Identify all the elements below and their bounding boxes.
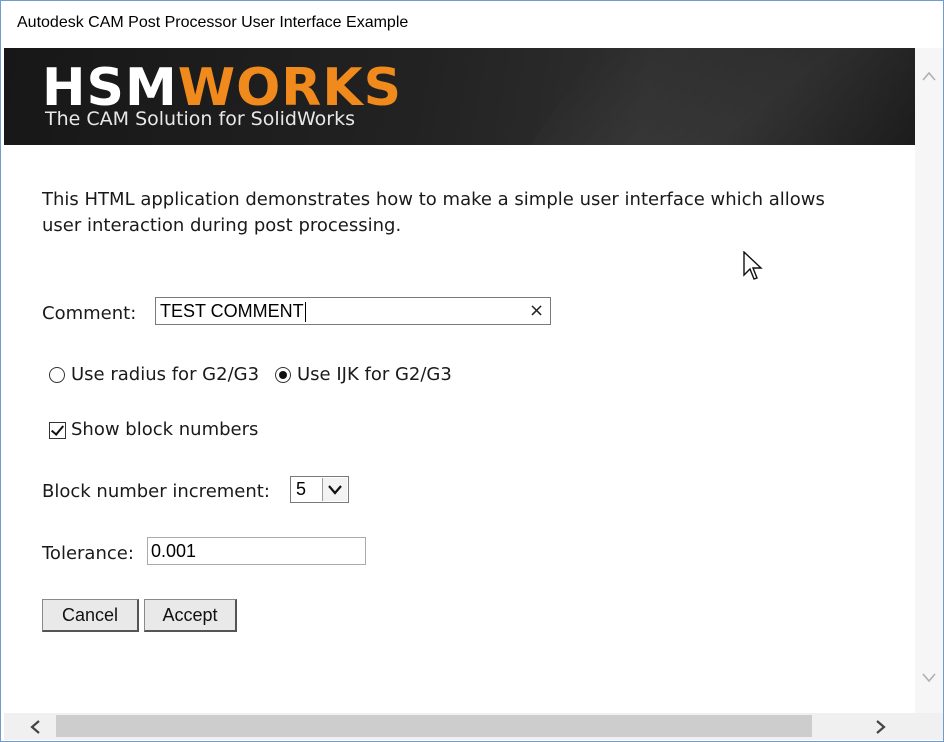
show-block-numbers-checkbox[interactable]: [49, 422, 66, 439]
radio-use-ijk-label[interactable]: Use IJK for G2/G3: [297, 364, 452, 385]
dropdown-button[interactable]: [322, 478, 347, 501]
hsmworks-banner: HSMWORKS The CAM Solution for SolidWorks: [4, 48, 915, 145]
show-block-numbers-label[interactable]: Show block numbers: [71, 419, 258, 440]
comment-value: TEST COMMENT: [160, 301, 304, 321]
radio-use-radius-label[interactable]: Use radius for G2/G3: [71, 364, 259, 385]
intro-text: This HTML application demonstrates how t…: [42, 189, 825, 236]
chevron-down-icon: [328, 485, 342, 495]
cancel-button[interactable]: Cancel: [42, 599, 139, 632]
comment-label: Comment:: [42, 303, 137, 324]
chevron-left-icon[interactable]: [29, 719, 41, 735]
radio-use-ijk[interactable]: [275, 367, 291, 383]
horizontal-scrollbar[interactable]: [4, 713, 915, 740]
close-icon[interactable]: ×: [529, 301, 544, 321]
banner-shade: [530, 48, 915, 145]
window-title: Autodesk CAM Post Processor User Interfa…: [17, 14, 409, 31]
banner-tagline: The CAM Solution for SolidWorks: [45, 108, 355, 130]
block-increment-select[interactable]: 5: [290, 476, 349, 503]
dialog-window: Autodesk CAM Post Processor User Interfa…: [0, 0, 944, 742]
chevron-down-icon[interactable]: [921, 672, 937, 684]
accept-button[interactable]: Accept: [144, 599, 237, 632]
chevron-up-icon[interactable]: [921, 70, 937, 82]
tolerance-input[interactable]: 0.001: [147, 537, 366, 565]
radio-use-radius[interactable]: [49, 367, 65, 383]
comment-input[interactable]: TEST COMMENT: [155, 297, 551, 325]
title-bar[interactable]: Autodesk CAM Post Processor User Interfa…: [1, 1, 943, 45]
horizontal-scroll-thumb[interactable]: [56, 715, 812, 737]
mouse-pointer-icon: [743, 251, 763, 280]
text-caret: [304, 302, 306, 323]
scroll-corner: [915, 713, 943, 740]
tolerance-label: Tolerance:: [42, 543, 134, 564]
block-increment-value: 5: [296, 479, 307, 499]
hsmworks-logo: HSMWORKS: [42, 62, 402, 114]
vertical-scrollbar[interactable]: [915, 48, 943, 713]
chevron-right-icon[interactable]: [875, 719, 887, 735]
block-increment-label: Block number increment:: [42, 481, 270, 502]
